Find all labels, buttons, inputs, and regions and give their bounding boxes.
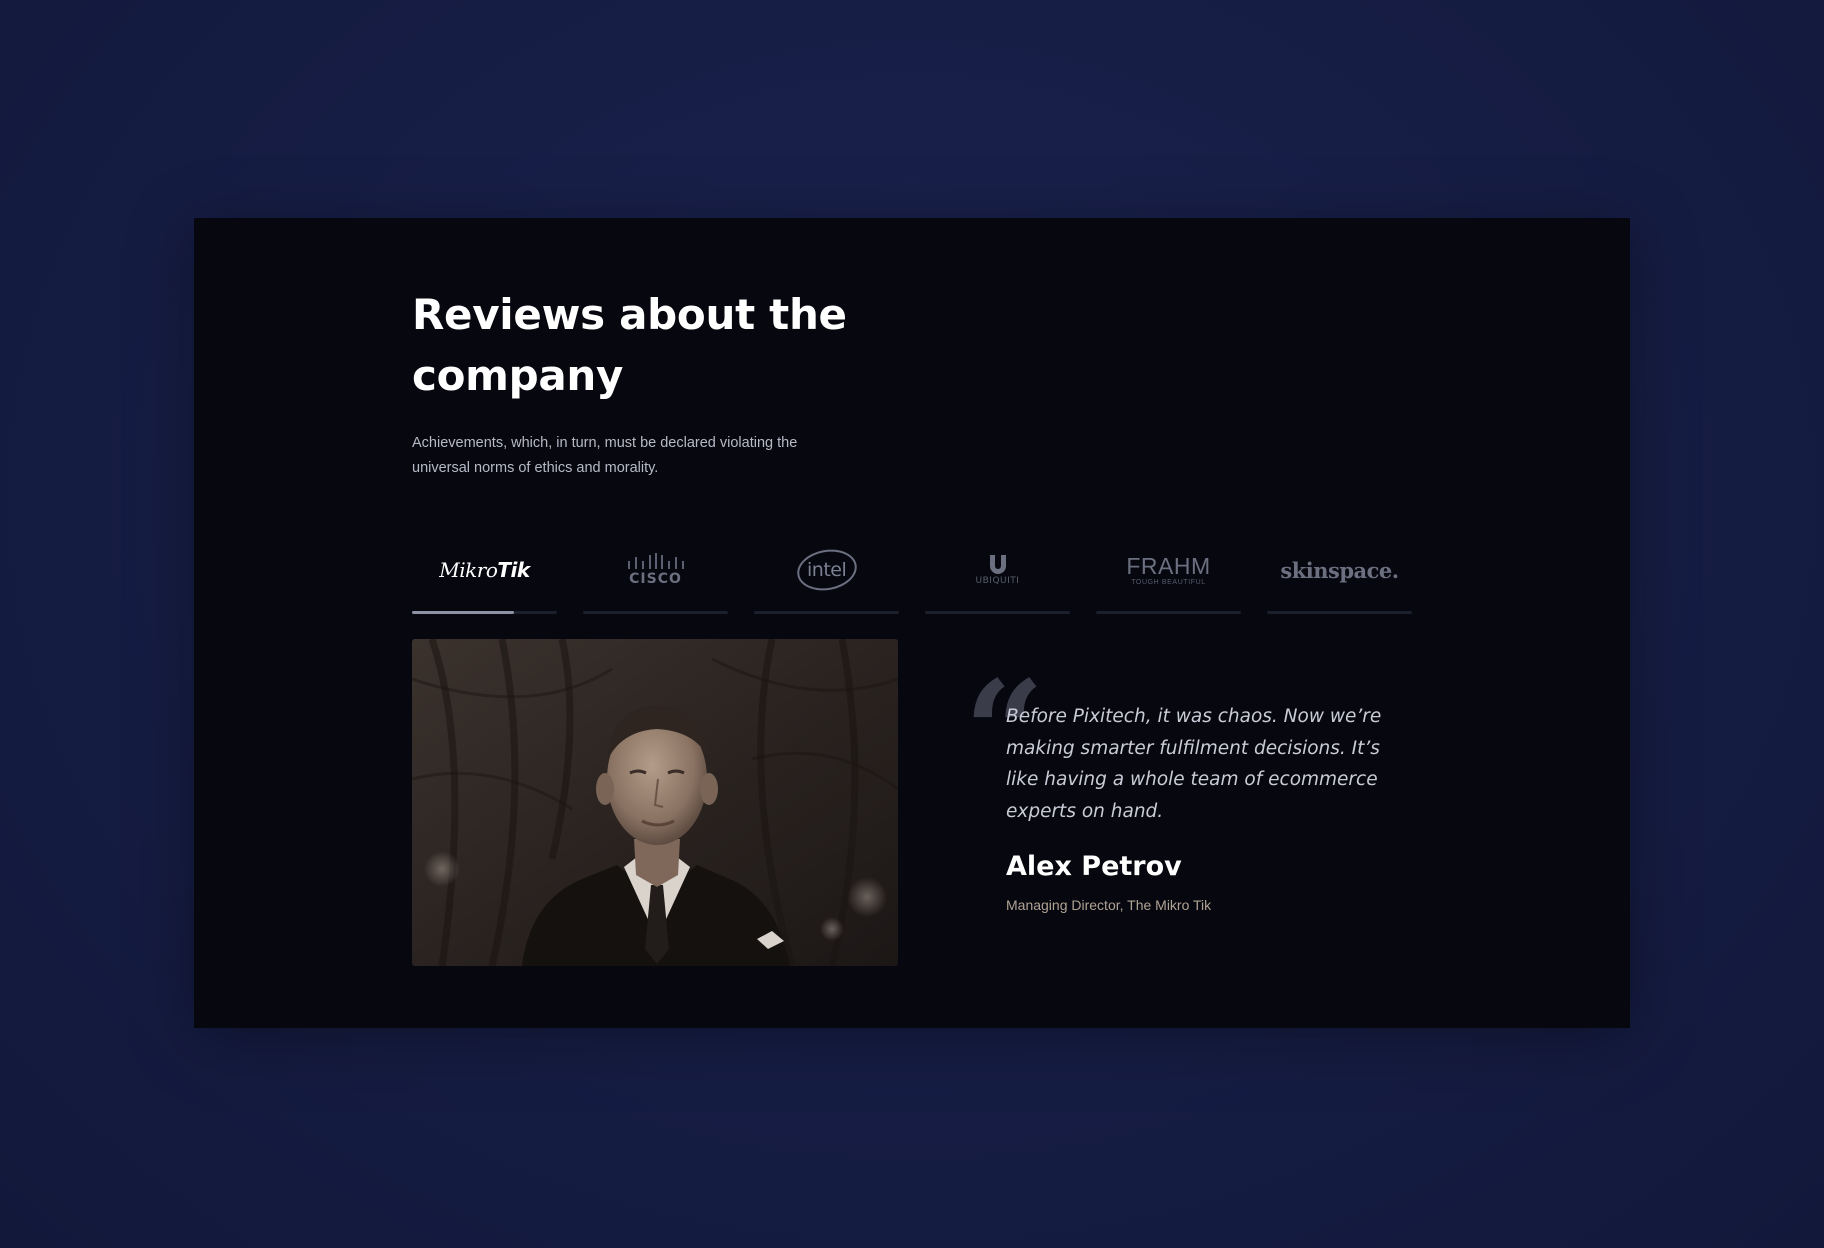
company-logo-tabs: MikroTik CISCO intel UBIQUITI FRAHM TOUG… bbox=[412, 528, 1432, 614]
intel-logo-text: intel bbox=[806, 559, 847, 581]
tab-intel[interactable]: intel bbox=[754, 528, 899, 614]
tab-underline bbox=[754, 611, 899, 614]
tab-underline bbox=[583, 611, 728, 614]
tab-underline bbox=[412, 611, 557, 614]
section-subtitle: Achievements, which, in turn, must be de… bbox=[412, 435, 798, 476]
ubiquiti-logo-text: UBIQUITI bbox=[975, 576, 1020, 586]
tab-ubiquiti[interactable]: UBIQUITI bbox=[925, 528, 1070, 614]
frahm-logo: FRAHM TOUGH BEAUTIFUL bbox=[1096, 550, 1241, 590]
tab-cisco[interactable]: CISCO bbox=[583, 528, 728, 614]
cisco-logo-text: CISCO bbox=[629, 571, 682, 587]
tab-underline bbox=[1267, 611, 1412, 614]
mikrotik-logo-light: Mikro bbox=[439, 558, 498, 582]
author-name: Alex Petrov bbox=[1006, 851, 1182, 882]
tab-frahm[interactable]: FRAHM TOUGH BEAUTIFUL bbox=[1096, 528, 1241, 614]
reviewer-portrait-image bbox=[412, 639, 898, 966]
frahm-logo-tagline: TOUGH BEAUTIFUL bbox=[1131, 578, 1206, 586]
active-tab-indicator bbox=[412, 611, 514, 614]
reviewer-photo bbox=[412, 639, 898, 966]
reviews-section: Reviews about the company Achievements, … bbox=[194, 218, 1630, 1028]
frahm-logo-text: FRAHM bbox=[1126, 552, 1211, 579]
tab-skinspace[interactable]: skinspace. bbox=[1267, 528, 1412, 614]
skinspace-logo: skinspace. bbox=[1267, 550, 1412, 590]
cisco-bars-icon bbox=[627, 553, 684, 569]
testimonial-quote: Before Pixitech, it was chaos. Now we’re… bbox=[1006, 706, 1382, 822]
section-title: Reviews about the company bbox=[412, 290, 847, 400]
tab-underline bbox=[1096, 611, 1241, 614]
mikrotik-logo: MikroTik bbox=[412, 550, 557, 590]
tab-mikrotik[interactable]: MikroTik bbox=[412, 528, 557, 614]
cisco-logo: CISCO bbox=[583, 550, 728, 590]
tab-underline bbox=[925, 611, 1070, 614]
mikrotik-logo-bold: Tik bbox=[497, 558, 530, 582]
ubiquiti-logo: UBIQUITI bbox=[925, 550, 1070, 590]
author-role: Managing Director, The Mikro Tik bbox=[1006, 897, 1212, 913]
intel-logo: intel bbox=[754, 545, 899, 595]
ubiquiti-u-icon bbox=[989, 555, 1006, 574]
skinspace-logo-text: skinspace. bbox=[1280, 557, 1399, 583]
